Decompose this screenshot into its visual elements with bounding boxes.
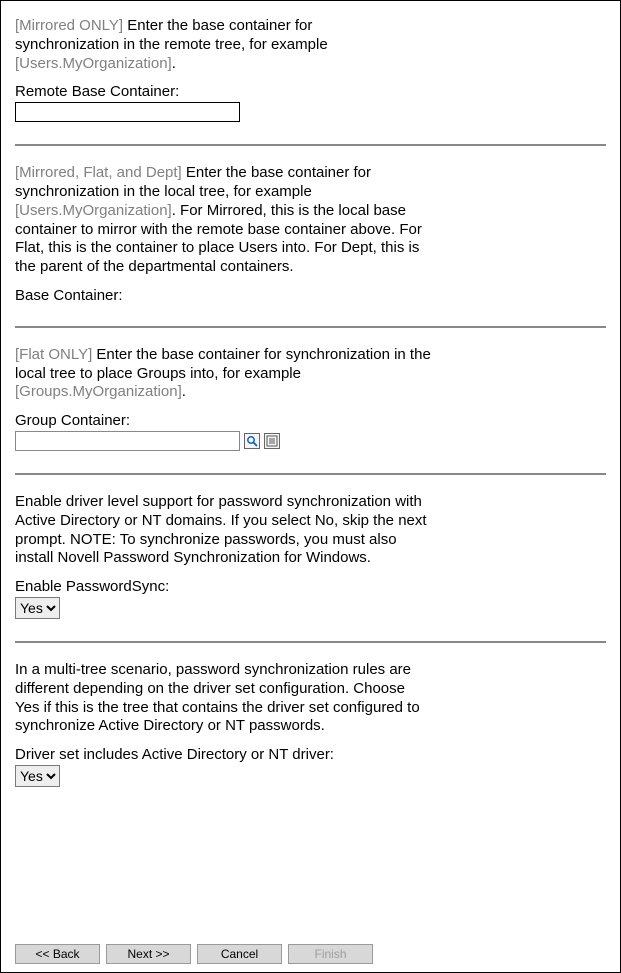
browse-icon[interactable] — [244, 433, 260, 449]
driver-set-desc: In a multi-tree scenario, password synch… — [15, 661, 425, 736]
back-button[interactable]: << Back — [15, 944, 100, 964]
group-container-label: Group Container: — [15, 412, 606, 429]
finish-button: Finish — [288, 944, 373, 964]
section-group-container: [Flat ONLY] Enter the base container for… — [15, 346, 606, 451]
tag-mirrored-only: [Mirrored ONLY] — [15, 17, 123, 34]
section-driver-set: In a multi-tree scenario, password synch… — [15, 661, 606, 787]
base-container-desc: [Mirrored, Flat, and Dept] Enter the bas… — [15, 164, 425, 277]
next-button[interactable]: Next >> — [106, 944, 191, 964]
password-sync-desc: Enable driver level support for password… — [15, 493, 435, 568]
example-text: [Users.MyOrganization] — [15, 202, 172, 219]
example-text: [Users.MyOrganization] — [15, 55, 172, 72]
wizard-footer: << Back Next >> Cancel Finish — [15, 944, 373, 964]
group-container-desc: [Flat ONLY] Enter the base container for… — [15, 346, 435, 402]
history-icon[interactable] — [264, 433, 280, 449]
driver-set-label: Driver set includes Active Directory or … — [15, 746, 606, 763]
base-container-label: Base Container: — [15, 287, 606, 304]
desc-tail: . — [182, 383, 186, 400]
divider — [15, 641, 606, 643]
password-sync-label: Enable PasswordSync: — [15, 578, 606, 595]
password-sync-select[interactable]: Yes — [15, 597, 60, 619]
section-base-container: [Mirrored, Flat, and Dept] Enter the bas… — [15, 164, 606, 304]
remote-base-label: Remote Base Container: — [15, 83, 606, 100]
divider — [15, 473, 606, 475]
example-text: [Groups.MyOrganization] — [15, 383, 182, 400]
remote-base-input[interactable] — [15, 102, 240, 122]
cancel-button[interactable]: Cancel — [197, 944, 282, 964]
tag-flat-only: [Flat ONLY] — [15, 346, 92, 363]
divider — [15, 144, 606, 146]
section-password-sync: Enable driver level support for password… — [15, 493, 606, 619]
desc-tail: . — [172, 55, 176, 72]
group-container-input[interactable] — [15, 431, 240, 451]
divider — [15, 326, 606, 328]
remote-base-desc: [Mirrored ONLY] Enter the base container… — [15, 17, 375, 73]
driver-set-select[interactable]: Yes — [15, 765, 60, 787]
tag-mirrored-flat-dept: [Mirrored, Flat, and Dept] — [15, 164, 182, 181]
section-remote-base-container: [Mirrored ONLY] Enter the base container… — [15, 17, 606, 122]
